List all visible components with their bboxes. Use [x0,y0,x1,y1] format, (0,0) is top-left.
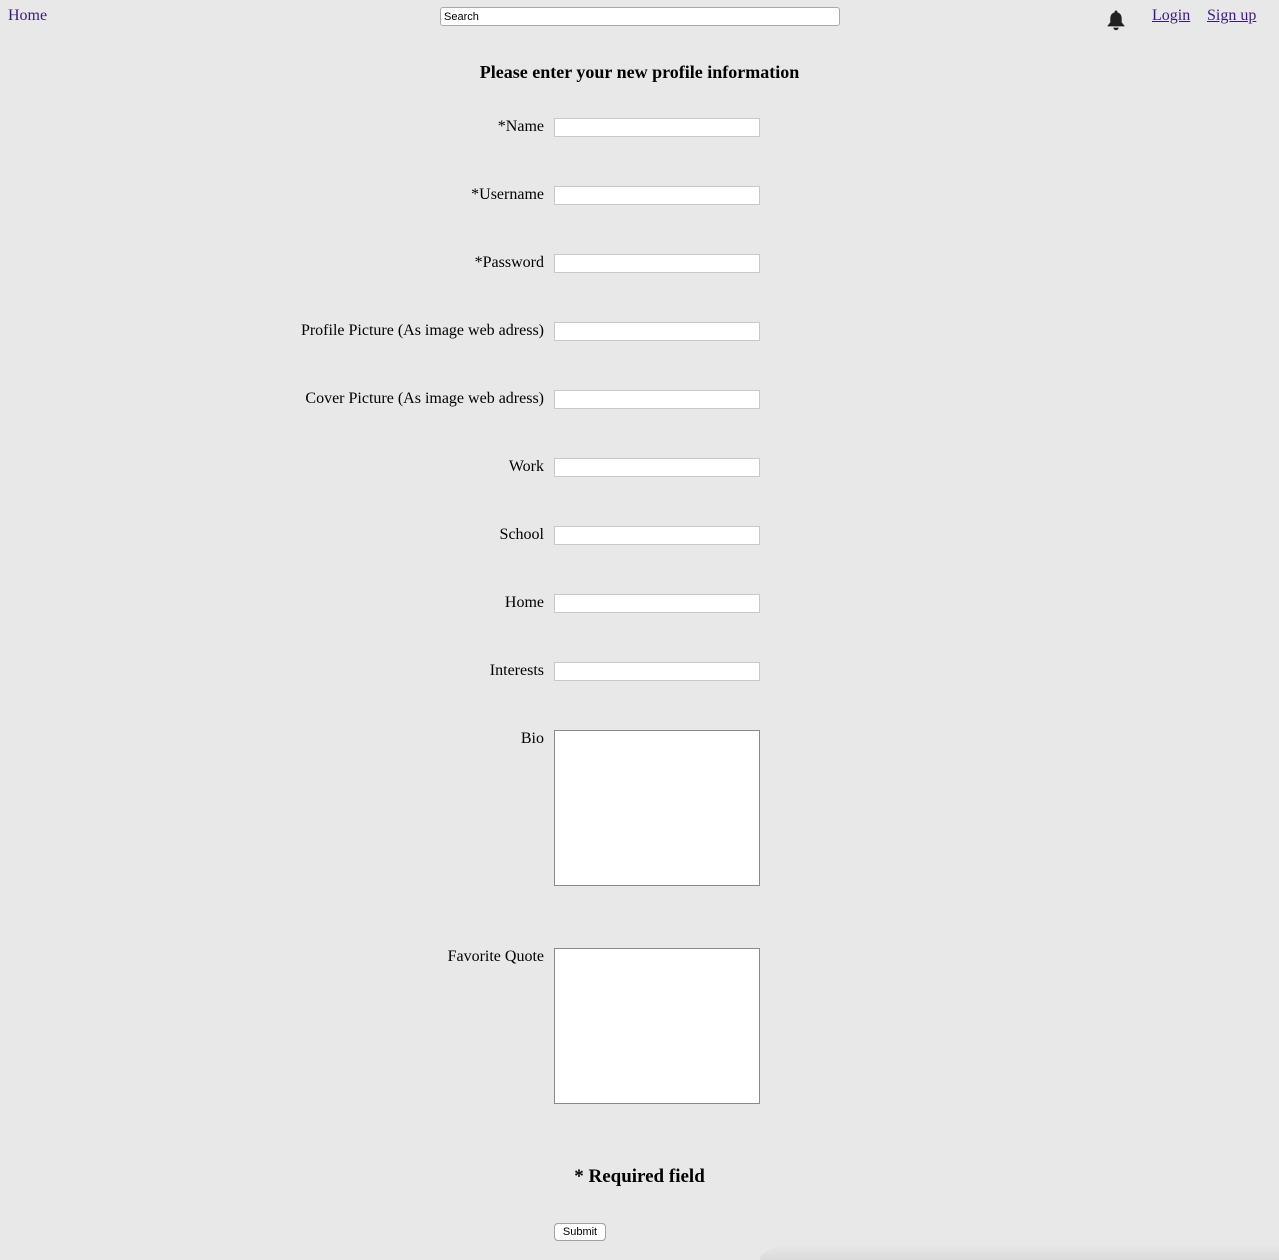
name-label: *Name [497,118,544,135]
home-label: Home [504,594,544,611]
favorite-quote-textarea[interactable] [554,948,760,1104]
signup-link[interactable]: Sign up [1207,6,1256,26]
school-field[interactable] [554,526,760,545]
password-label: *Password [474,254,544,271]
profile-picture-label: Profile Picture (As image web adress) [300,322,544,339]
favorite-quote-label: Favorite Quote [447,948,544,965]
cover-picture-label: Cover Picture (As image web adress) [305,390,544,407]
bell-icon[interactable] [1106,9,1126,31]
interests-label: Interests [489,662,544,679]
required-field-note: * Required field [574,1166,705,1187]
username-field[interactable] [554,186,760,205]
home-link[interactable]: Home [8,6,47,26]
home-field[interactable] [554,594,760,613]
bio-textarea[interactable] [554,730,760,886]
interests-field[interactable] [554,662,760,681]
name-field[interactable] [554,118,760,137]
bio-label: Bio [520,730,544,747]
work-label: Work [508,458,544,475]
submit-button[interactable]: Submit [554,1223,606,1241]
profile-picture-field[interactable] [554,322,760,341]
work-field[interactable] [554,458,760,477]
username-label: *Username [471,186,544,203]
login-link[interactable]: Login [1152,6,1190,26]
password-field[interactable] [554,254,760,273]
bottom-shadow [760,1244,1279,1260]
search-input[interactable] [440,7,840,26]
page-title: Please enter your new profile informatio… [479,62,800,82]
school-label: School [499,526,544,543]
cover-picture-field[interactable] [554,390,760,409]
